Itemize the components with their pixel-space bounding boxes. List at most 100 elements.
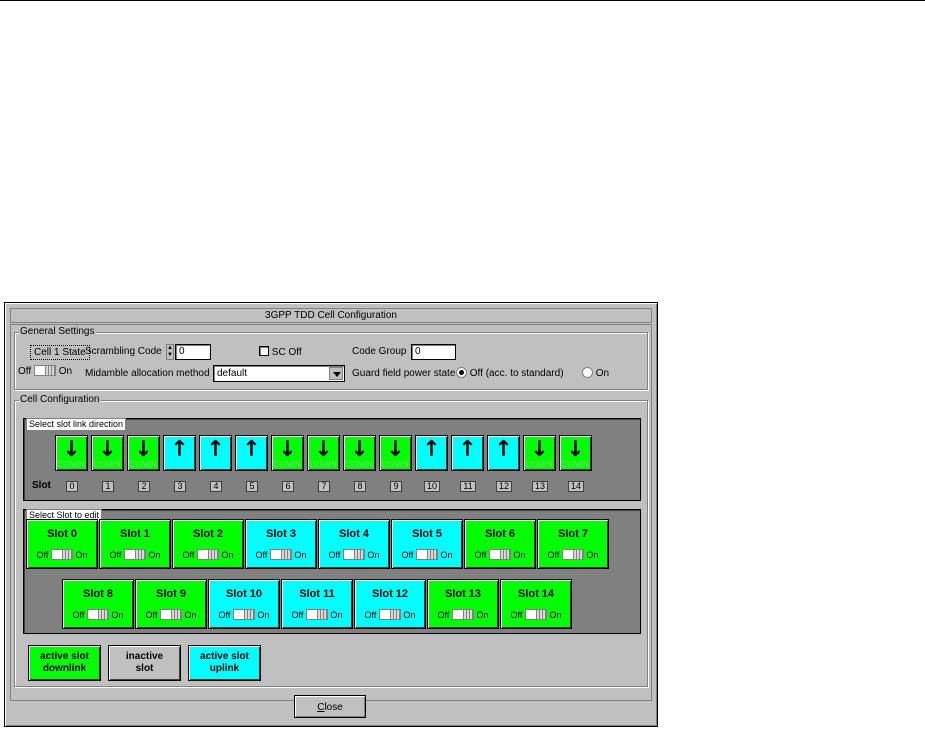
guard-field-on-radio[interactable] — [582, 367, 593, 378]
direction-tile-8[interactable]: ↓ DOWN — [343, 435, 376, 471]
slot-switch[interactable]: Off On — [319, 549, 389, 560]
direction-tile-12[interactable]: ↑ — [487, 435, 520, 471]
slot-toggle[interactable] — [488, 549, 511, 560]
direction-tile-11[interactable]: ↑ — [451, 435, 484, 471]
direction-down-text: DOWN — [525, 460, 554, 469]
slot-switch[interactable]: Off On — [209, 609, 279, 620]
slot-tile-6[interactable]: Slot 6 Off On — [464, 519, 536, 569]
slot-switch[interactable]: Off On — [428, 609, 498, 620]
slot-toggle[interactable] — [378, 609, 401, 620]
slot-switch[interactable]: Off On — [501, 609, 571, 620]
slot-switch[interactable]: Off On — [282, 609, 352, 620]
slot-toggle[interactable] — [232, 609, 255, 620]
direction-tile-14[interactable]: ↓ DOWN — [559, 435, 592, 471]
guard-field-off-radio[interactable] — [456, 367, 467, 378]
slot-switch[interactable]: Off On — [465, 549, 535, 560]
direction-tile-4[interactable]: ↑ — [199, 435, 232, 471]
slot-toggle[interactable] — [269, 549, 292, 560]
slot-switch-on-label: On — [440, 550, 453, 560]
slot-number-3: 3 — [174, 481, 186, 492]
direction-tile-13[interactable]: ↓ DOWN — [523, 435, 556, 471]
slot-toggle[interactable] — [123, 549, 146, 560]
slot-number-1: 1 — [102, 481, 114, 492]
slot-tile-14[interactable]: Slot 14 Off On — [500, 579, 572, 629]
slot-tile-1[interactable]: Slot 1 Off On — [99, 519, 171, 569]
arrow-up-icon: ↑ — [422, 437, 441, 462]
cell-configuration-dialog: 3GPP TDD Cell Configuration General Sett… — [4, 302, 658, 727]
slot-toggle[interactable] — [159, 609, 182, 620]
direction-tile-9[interactable]: ↓ DOWN — [379, 435, 412, 471]
cell-state-label: Cell 1 State — [30, 345, 90, 360]
slot-title: Slot 7 — [558, 528, 588, 540]
direction-tile-5[interactable]: ↑ — [235, 435, 268, 471]
sc-off-checkbox-group[interactable]: SC Off — [259, 346, 302, 358]
slot-switch-on-label: On — [257, 610, 270, 620]
guard-field-off-option[interactable]: Off (acc. to standard) — [456, 367, 564, 379]
slot-tile-0[interactable]: Slot 0 Off On — [26, 519, 98, 569]
scrambling-code-input[interactable]: 0 — [175, 344, 211, 360]
slot-tile-4[interactable]: Slot 4 Off On — [318, 519, 390, 569]
arrow-up-icon: ↑ — [494, 437, 513, 462]
scrambling-code-label: Scrambling Code — [85, 346, 162, 357]
slot-title: Slot 6 — [485, 528, 515, 540]
sc-off-checkbox[interactable] — [259, 346, 269, 356]
cell-state-toggle[interactable] — [33, 365, 56, 376]
arrow-down-icon: ↓ — [62, 437, 81, 462]
direction-tile-7[interactable]: ↓ DOWN — [307, 435, 340, 471]
slot-tile-11[interactable]: Slot 11 Off On — [281, 579, 353, 629]
scrambling-code-spinner[interactable]: ▲ ▼ — [166, 344, 174, 360]
slot-switch-off-label: Off — [36, 550, 49, 560]
slot-switch-on-label: On — [294, 550, 307, 560]
slot-tile-12[interactable]: Slot 12 Off On — [354, 579, 426, 629]
slot-tile-8[interactable]: Slot 8 Off On — [62, 579, 134, 629]
direction-tile-0[interactable]: ↓ DOWN — [55, 435, 88, 471]
slot-toggle[interactable] — [524, 609, 547, 620]
midamble-select-value: default — [217, 368, 248, 379]
slot-toggle[interactable] — [342, 549, 365, 560]
slot-switch[interactable]: Off On — [246, 549, 316, 560]
slot-switch[interactable]: Off On — [355, 609, 425, 620]
slot-number-11: 11 — [460, 481, 476, 492]
direction-tile-1[interactable]: ↓ DOWN — [91, 435, 124, 471]
slot-title: Slot 5 — [412, 528, 442, 540]
slot-switch[interactable]: Off On — [538, 549, 608, 560]
slot-toggle[interactable] — [561, 549, 584, 560]
slot-toggle[interactable] — [86, 609, 109, 620]
guard-field-on-option[interactable]: On — [582, 367, 609, 379]
slot-switch-on-label: On — [476, 610, 489, 620]
slot-number-6: 6 — [282, 481, 294, 492]
direction-tile-3[interactable]: ↑ — [163, 435, 196, 471]
slot-switch[interactable]: Off On — [136, 609, 206, 620]
slot-title: Slot 1 — [120, 528, 150, 540]
slot-toggle[interactable] — [196, 549, 219, 560]
code-group-input[interactable]: 0 — [411, 344, 456, 360]
slot-tile-2[interactable]: Slot 2 Off On — [172, 519, 244, 569]
slot-tile-13[interactable]: Slot 13 Off On — [427, 579, 499, 629]
cell-state-switch[interactable]: Off On — [18, 365, 72, 377]
slot-switch[interactable]: Off On — [392, 549, 462, 560]
close-button[interactable]: Close — [294, 695, 366, 718]
midamble-select[interactable]: default — [213, 365, 345, 382]
chevron-down-icon[interactable] — [329, 367, 343, 380]
midamble-label: Midamble allocation method — [85, 368, 210, 379]
slot-switch[interactable]: Off On — [100, 549, 170, 560]
direction-tile-10[interactable]: ↑ — [415, 435, 448, 471]
slot-toggle[interactable] — [50, 549, 73, 560]
slot-toggle[interactable] — [305, 609, 328, 620]
slot-switch-on-label: On — [403, 610, 416, 620]
slot-edit-panel: Select Slot to edit Slot 0 Off On Slot 1 Of… — [23, 509, 641, 634]
slot-tile-3[interactable]: Slot 3 Off On — [245, 519, 317, 569]
direction-tile-6[interactable]: ↓ DOWN — [271, 435, 304, 471]
slot-tile-7[interactable]: Slot 7 Off On — [537, 519, 609, 569]
slot-switch[interactable]: Off On — [63, 609, 133, 620]
slot-toggle[interactable] — [415, 549, 438, 560]
slot-tile-9[interactable]: Slot 9 Off On — [135, 579, 207, 629]
slot-switch[interactable]: Off On — [27, 549, 97, 560]
direction-down-text: DOWN — [381, 460, 410, 469]
direction-tile-2[interactable]: ↓ DOWN — [127, 435, 160, 471]
slot-toggle[interactable] — [451, 609, 474, 620]
slot-tile-10[interactable]: Slot 10 Off On — [208, 579, 280, 629]
slot-title: Slot 9 — [156, 588, 186, 600]
slot-switch[interactable]: Off On — [173, 549, 243, 560]
slot-tile-5[interactable]: Slot 5 Off On — [391, 519, 463, 569]
